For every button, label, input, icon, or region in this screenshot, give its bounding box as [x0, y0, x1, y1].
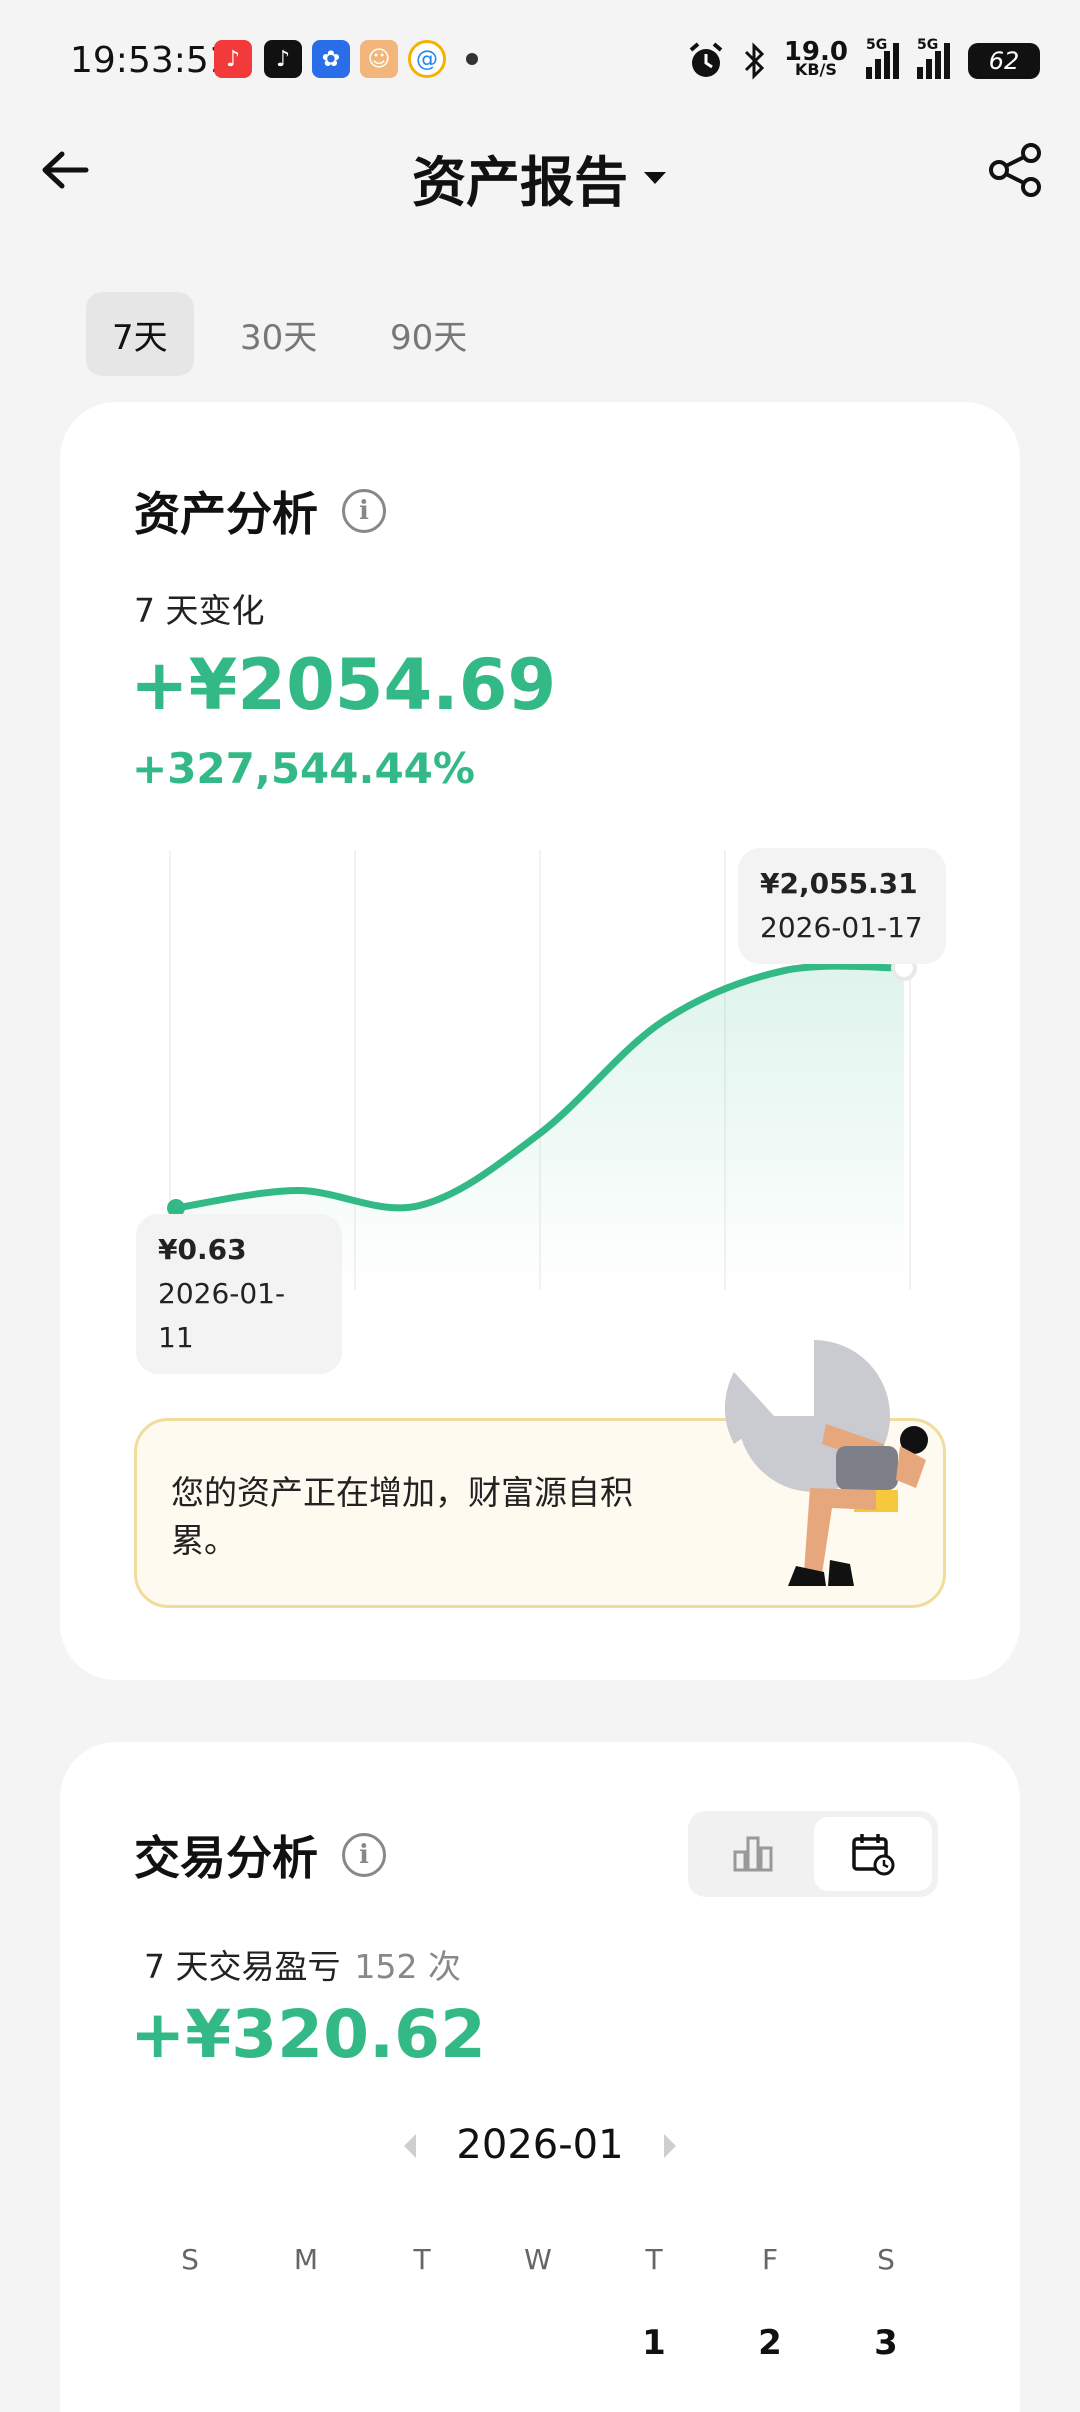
- calendar-day[interactable]: 1: [614, 2323, 694, 2363]
- trade-analysis-title-text: 交易分析: [134, 1831, 318, 1885]
- weekday-tue: T: [413, 2243, 431, 2276]
- trade-pnl-amount: +¥320.62: [130, 1996, 486, 2073]
- weekday-fri: F: [761, 2243, 779, 2276]
- banner-text: 您的资产正在增加，财富源自积累。: [171, 1473, 633, 1560]
- start-value: ¥0.63: [158, 1233, 247, 1266]
- trade-analysis-title: 交易分析 i: [134, 1822, 386, 1888]
- calendar-view-toggle[interactable]: [814, 1817, 932, 1891]
- start-date: 2026-01-11: [158, 1277, 286, 1354]
- trade-view-toggle: [688, 1811, 938, 1897]
- trade-pnl-label: 7 天交易盈亏: [144, 1947, 341, 1986]
- bar-chart-icon: [733, 1836, 773, 1872]
- weekday-thu: T: [645, 2243, 663, 2276]
- weekday-mon: M: [293, 2243, 319, 2276]
- weekday-wed: W: [524, 2243, 552, 2276]
- asset-chart: [167, 850, 917, 1290]
- chart-start-tooltip: ¥0.63 2026-01-11: [136, 1214, 342, 1374]
- chart-end-tooltip: ¥2,055.31 2026-01-17: [738, 848, 946, 964]
- end-date: 2026-01-17: [760, 911, 923, 944]
- weekday-sat: S: [877, 2243, 895, 2276]
- pie-chart-illustration-icon: [724, 1340, 928, 1586]
- prev-month-icon[interactable]: [400, 2132, 420, 2160]
- trade-count: 152 次: [354, 1947, 461, 1986]
- calendar-day[interactable]: 3: [846, 2323, 926, 2363]
- next-month-icon[interactable]: [660, 2132, 680, 2160]
- calendar-clock-icon: [852, 1834, 895, 1876]
- bar-view-toggle[interactable]: [694, 1817, 812, 1891]
- calendar-day[interactable]: 2: [730, 2323, 810, 2363]
- trade-info-icon[interactable]: i: [342, 1833, 386, 1877]
- month-label: 2026-01: [456, 2122, 624, 2168]
- end-value: ¥2,055.31: [760, 867, 918, 900]
- trade-pnl-label-row: 7 天交易盈亏 152 次: [144, 1940, 461, 1988]
- weekday-sun: S: [181, 2243, 199, 2276]
